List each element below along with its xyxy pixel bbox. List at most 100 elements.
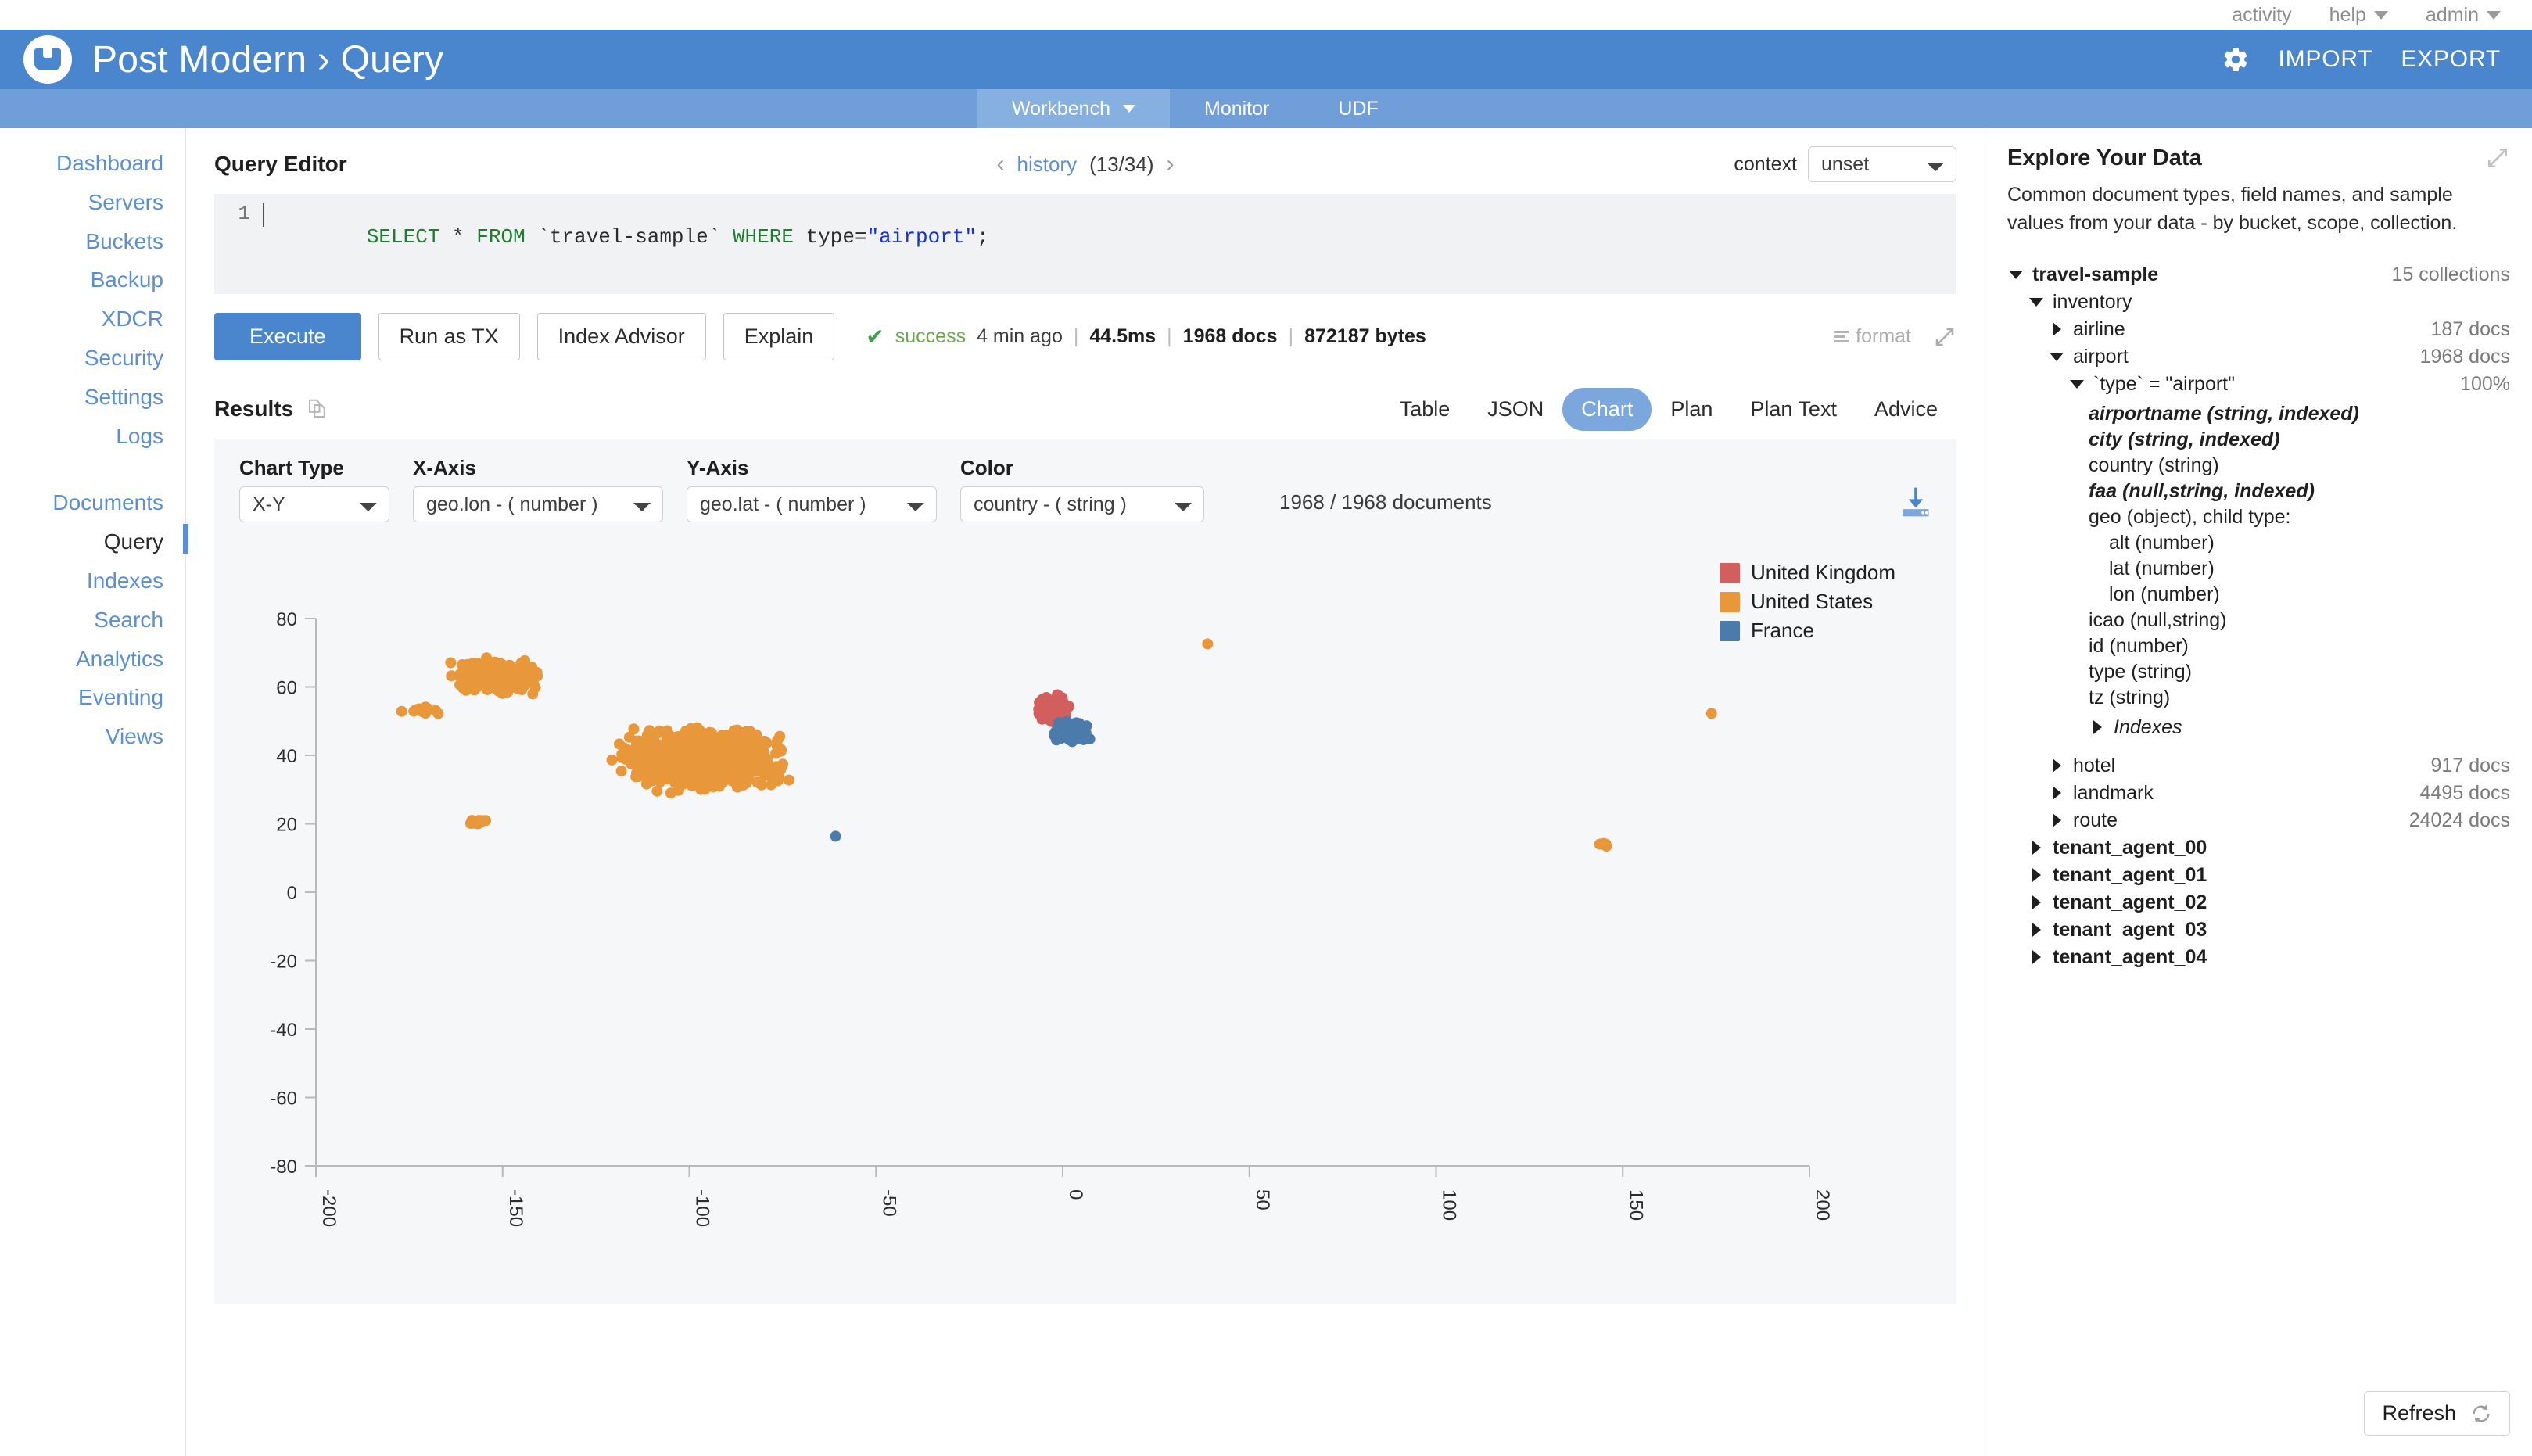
- tree-node-tenant-agent-04[interactable]: tenant_agent_04: [2007, 944, 2510, 971]
- scatter-point[interactable]: [1052, 689, 1063, 701]
- sidebar-item-backup[interactable]: Backup: [0, 260, 185, 299]
- context-select[interactable]: unset: [1808, 146, 1956, 182]
- scatter-point[interactable]: [733, 780, 744, 792]
- index-advisor-button[interactable]: Index Advisor: [536, 313, 706, 360]
- chevron-right-icon[interactable]: [2048, 813, 2065, 827]
- scatter-point[interactable]: [672, 784, 684, 796]
- query-sql-line[interactable]: SELECT * FROM `travel-sample` WHERE type…: [263, 202, 989, 294]
- tab-advice[interactable]: Advice: [1856, 388, 1956, 431]
- scatter-point[interactable]: [629, 748, 641, 760]
- scatter-point[interactable]: [628, 723, 640, 735]
- scatter-point[interactable]: [637, 762, 649, 774]
- chevron-right-icon[interactable]: [2089, 720, 2106, 734]
- scatter-point[interactable]: [1056, 721, 1067, 733]
- utility-item-help[interactable]: help: [2329, 4, 2388, 27]
- scatter-point[interactable]: [739, 752, 751, 764]
- scatter-point[interactable]: [783, 774, 794, 786]
- sidebar-item-search[interactable]: Search: [0, 601, 185, 640]
- scatter-point[interactable]: [1202, 638, 1214, 650]
- scatter-point[interactable]: [654, 725, 665, 737]
- sidebar-item-query[interactable]: Query: [0, 522, 188, 561]
- scatter-plot-svg[interactable]: 806040200-20-40-60-80-200 -150 -100 -50 0 50 1…: [214, 595, 1856, 1299]
- tree-node-landmark[interactable]: landmark 4495 docs: [2007, 780, 2510, 807]
- execute-button[interactable]: Execute: [214, 313, 361, 360]
- y-axis-select[interactable]: geo.lat - ( number ): [687, 486, 937, 522]
- expand-icon[interactable]: [2485, 145, 2510, 170]
- sidebar-item-analytics[interactable]: Analytics: [0, 640, 185, 679]
- scatter-point[interactable]: [461, 659, 472, 671]
- x-axis-select[interactable]: geo.lon - ( number ): [413, 486, 663, 522]
- chevron-right-icon[interactable]: [2048, 758, 2065, 773]
- scatter-point[interactable]: [688, 753, 700, 764]
- scatter-point[interactable]: [720, 733, 732, 745]
- scatter-point[interactable]: [1705, 708, 1717, 719]
- scatter-point[interactable]: [774, 730, 786, 742]
- sidebar-item-buckets[interactable]: Buckets: [0, 222, 185, 261]
- scatter-plot[interactable]: 80 60 40 20 0 -20 -40 -60 -80 -200 -150 -100 -50 0 50 1…: [214, 595, 1956, 1299]
- scatter-point[interactable]: [830, 830, 841, 842]
- tree-node-airport[interactable]: airport 1968 docs: [2007, 343, 2510, 371]
- history-next-icon[interactable]: ›: [1166, 151, 1174, 178]
- scatter-point[interactable]: [708, 731, 719, 743]
- tree-node-tenant-agent-00[interactable]: tenant_agent_00: [2007, 834, 2510, 862]
- tab-json[interactable]: JSON: [1469, 388, 1562, 431]
- color-select[interactable]: country - ( string ): [960, 486, 1204, 522]
- tab-chart[interactable]: Chart: [1562, 387, 1652, 431]
- scatter-point[interactable]: [493, 664, 504, 676]
- chevron-right-icon[interactable]: [2028, 923, 2045, 937]
- scatter-point[interactable]: [670, 770, 682, 782]
- chevron-right-icon[interactable]: [2048, 322, 2065, 336]
- chevron-right-icon[interactable]: [2028, 950, 2045, 964]
- tab-udf[interactable]: UDF: [1304, 89, 1412, 128]
- scatter-point[interactable]: [691, 762, 703, 774]
- sidebar-item-logs[interactable]: Logs: [0, 417, 185, 456]
- tree-node-indexes[interactable]: Indexes: [2007, 714, 2510, 741]
- scatter-point[interactable]: [708, 759, 719, 771]
- sidebar-item-indexes[interactable]: Indexes: [0, 561, 185, 601]
- tab-table[interactable]: Table: [1381, 388, 1469, 431]
- scatter-point[interactable]: [445, 657, 457, 669]
- scatter-point[interactable]: [486, 677, 498, 689]
- scatter-point[interactable]: [776, 744, 787, 755]
- chevron-right-icon[interactable]: [2028, 895, 2045, 909]
- scatter-point[interactable]: [685, 723, 697, 734]
- scatter-point[interactable]: [644, 772, 655, 784]
- scatter-point[interactable]: [615, 766, 627, 776]
- scatter-point[interactable]: [656, 769, 668, 780]
- chart-type-select[interactable]: X-Y: [239, 486, 389, 522]
- chevron-right-icon[interactable]: [2048, 786, 2065, 800]
- download-icon[interactable]: [1899, 485, 1933, 519]
- expand-icon[interactable]: [1933, 325, 1956, 349]
- scatter-point[interactable]: [751, 729, 762, 741]
- scatter-point[interactable]: [527, 677, 539, 689]
- scatter-point[interactable]: [713, 777, 725, 788]
- copy-icon[interactable]: [306, 397, 329, 421]
- explain-button[interactable]: Explain: [723, 313, 835, 360]
- scatter-point[interactable]: [674, 744, 686, 756]
- history-link[interactable]: history: [1017, 152, 1078, 177]
- sidebar-item-views[interactable]: Views: [0, 717, 185, 756]
- chevron-down-icon[interactable]: [2028, 297, 2045, 307]
- scatter-point[interactable]: [728, 747, 740, 758]
- scatter-point[interactable]: [1045, 709, 1056, 721]
- tab-workbench[interactable]: Workbench: [977, 89, 1170, 128]
- sidebar-item-security[interactable]: Security: [0, 339, 185, 378]
- chevron-right-icon[interactable]: [2028, 868, 2045, 882]
- format-button[interactable]: format: [1834, 325, 1911, 348]
- scatter-point[interactable]: [396, 705, 407, 717]
- scatter-point[interactable]: [1035, 705, 1046, 716]
- utility-item-activity[interactable]: activity: [2232, 4, 2291, 27]
- tree-node-tenant-agent-03[interactable]: tenant_agent_03: [2007, 916, 2510, 944]
- scatter-point[interactable]: [758, 756, 769, 768]
- sidebar-item-dashboard[interactable]: Dashboard: [0, 144, 185, 183]
- utility-item-admin[interactable]: admin: [2426, 4, 2501, 27]
- chevron-down-icon[interactable]: [2007, 270, 2025, 279]
- export-button[interactable]: EXPORT: [2401, 46, 2501, 73]
- tree-node-inventory[interactable]: inventory: [2007, 289, 2510, 316]
- import-button[interactable]: IMPORT: [2278, 46, 2372, 73]
- tab-plan[interactable]: Plan: [1652, 388, 1731, 431]
- scatter-point[interactable]: [501, 674, 513, 686]
- refresh-button[interactable]: Refresh: [2364, 1391, 2510, 1436]
- scatter-point[interactable]: [680, 773, 691, 785]
- gear-icon[interactable]: [2222, 45, 2250, 74]
